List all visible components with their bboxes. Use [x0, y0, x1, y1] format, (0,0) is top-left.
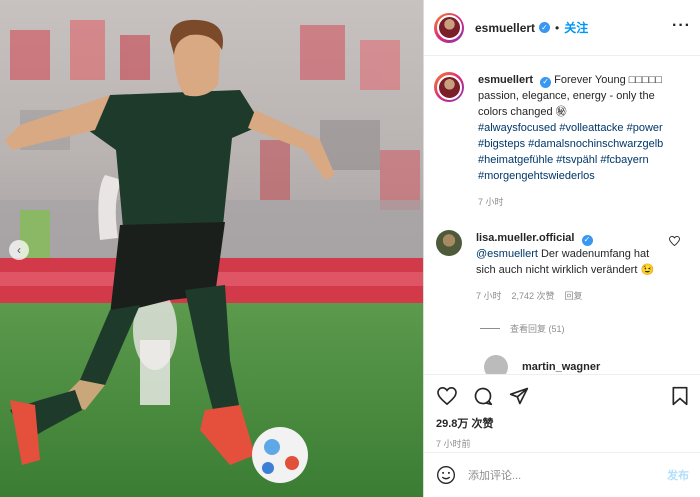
- comment-likes[interactable]: 2,742 次赞: [512, 288, 555, 304]
- share-icon[interactable]: [508, 385, 530, 407]
- emoji-icon[interactable]: [436, 465, 456, 485]
- comment-text-block: lisa.mueller.official ✓ @esmuellert Der …: [476, 230, 666, 304]
- comment-heart-icon[interactable]: [669, 235, 680, 249]
- comment-item: lisa.mueller.official ✓ @esmuellert Der …: [424, 210, 700, 304]
- comments-scroll-area[interactable]: esmuellert ✓ Forever Young □□□□□ passion…: [424, 56, 700, 374]
- hashtag[interactable]: #power: [627, 122, 663, 134]
- more-options-icon[interactable]: ···: [672, 17, 691, 35]
- caption-avatar[interactable]: [434, 72, 464, 102]
- commenter-avatar[interactable]: [484, 355, 508, 374]
- bookmark-icon[interactable]: [669, 385, 691, 407]
- verified-icon: ✓: [581, 234, 593, 246]
- author-username[interactable]: esmuellert: [475, 21, 535, 35]
- hashtag[interactable]: #tsvpähl: [556, 154, 597, 166]
- chevron-left-icon[interactable]: ‹: [9, 240, 29, 260]
- verified-icon: ✓: [539, 22, 551, 33]
- commenter-username[interactable]: martin_wagner: [522, 361, 600, 373]
- likes-count[interactable]: 29.8万 次赞: [424, 407, 700, 431]
- post-comment-button[interactable]: 发布: [667, 467, 689, 483]
- commenter-avatar[interactable]: [436, 230, 462, 256]
- caption-username[interactable]: esmuellert: [478, 74, 533, 86]
- comment-input[interactable]: 添加评论...: [468, 467, 521, 483]
- view-replies-button[interactable]: 查看回复 (51): [424, 304, 700, 335]
- reply-button[interactable]: 回复: [565, 288, 583, 304]
- follow-button[interactable]: 关注: [564, 19, 588, 36]
- header-separator: •: [555, 20, 560, 35]
- commenter-username[interactable]: lisa.mueller.official: [476, 232, 574, 244]
- comment-icon[interactable]: [472, 385, 494, 407]
- add-comment-bar: 添加评论... 发布: [424, 452, 700, 497]
- post-time: 7 小时前: [436, 439, 471, 449]
- caption-text-block: esmuellert ✓ Forever Young □□□□□ passion…: [478, 72, 680, 210]
- author-avatar[interactable]: [434, 12, 464, 43]
- hashtag[interactable]: #alwaysfocused: [478, 122, 556, 134]
- action-icons: [424, 375, 700, 407]
- comment-mention[interactable]: @esmuellert: [476, 248, 538, 260]
- comment-meta: 7 小时 2,742 次赞 回复: [476, 288, 666, 304]
- post-panel: esmuellert ✓ • 关注 ··· esmuellert ✓ Forev…: [423, 0, 700, 497]
- verified-icon: ✓: [540, 76, 552, 88]
- heart-icon[interactable]: [436, 385, 458, 407]
- post-header: esmuellert ✓ • 关注 ···: [424, 0, 700, 56]
- view-replies-label: 查看回复 (51): [510, 324, 565, 334]
- hashtag[interactable]: #heimatgefühle: [478, 154, 553, 166]
- comment-item: martin_wagner: [424, 335, 700, 374]
- hashtag[interactable]: #damalsnochinschwarzgelb: [528, 138, 663, 150]
- hashtag[interactable]: #volleattacke: [559, 122, 623, 134]
- post-caption: esmuellert ✓ Forever Young □□□□□ passion…: [424, 56, 700, 210]
- replies-divider: [480, 328, 500, 329]
- post-photo[interactable]: ‹: [0, 0, 423, 497]
- hashtag[interactable]: #bigsteps: [478, 138, 525, 150]
- photo-image: [0, 0, 423, 497]
- caption-time: 7 小时: [478, 197, 504, 207]
- hashtag[interactable]: #morgengehtswiederlos: [478, 170, 595, 182]
- hashtag[interactable]: #fcbayern: [600, 154, 648, 166]
- comment-time: 7 小时: [476, 291, 502, 301]
